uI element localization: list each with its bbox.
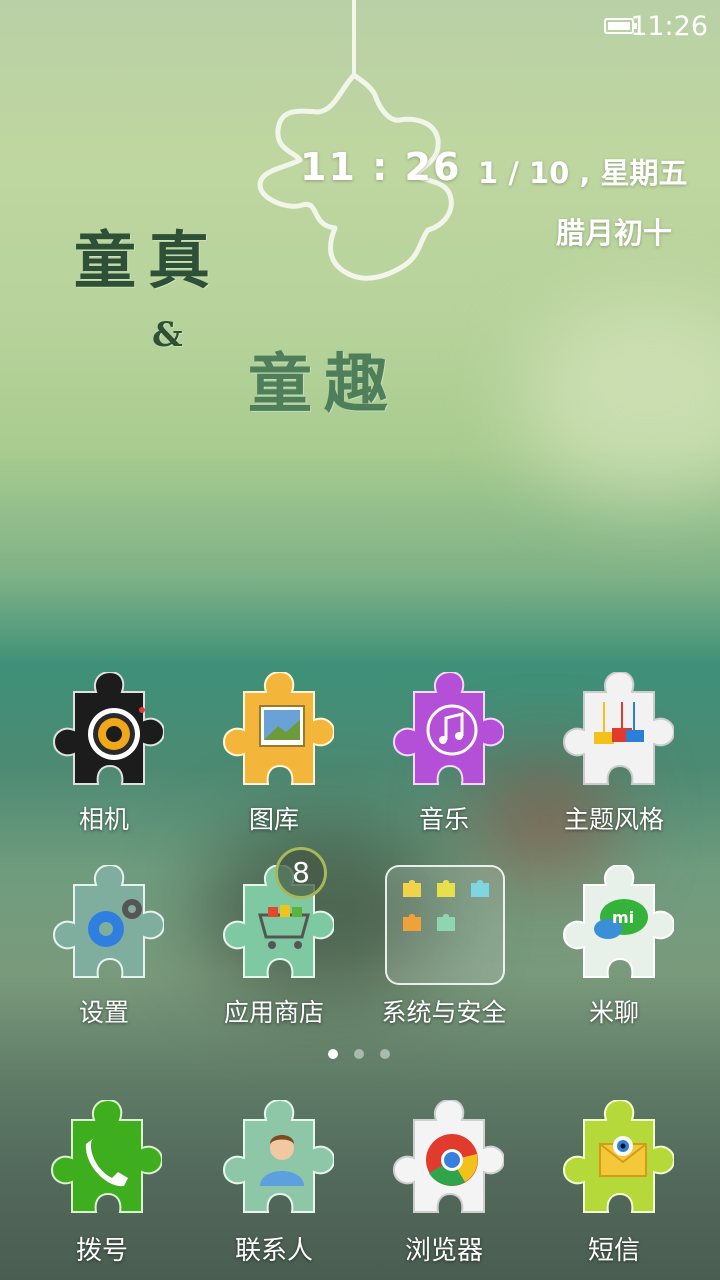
widget-text-amp: &	[152, 315, 195, 355]
notification-badge: 8	[275, 847, 327, 899]
app-label: 拨号	[75, 1236, 128, 1266]
app-label: 主题风格	[563, 805, 664, 834]
mini-puzzle-icon	[471, 880, 489, 897]
page-indicator[interactable]	[328, 1049, 392, 1061]
widget-text-line1: 童真	[74, 224, 223, 297]
phone-puzzle-icon	[50, 1100, 162, 1213]
folder-icon[interactable]	[385, 865, 505, 985]
settings-puzzle-icon	[52, 865, 164, 978]
app-label: 图库	[248, 805, 299, 834]
page-dot[interactable]	[354, 1049, 364, 1059]
themes-puzzle-icon	[562, 672, 674, 785]
app-label: 音乐	[418, 805, 469, 834]
contacts-puzzle-icon	[222, 1100, 334, 1213]
home-screen: 11:26 11 : 26 1 / 10 , 星期五 腊月初十 童真 & 童趣 …	[0, 0, 720, 1280]
status-time: 11:26	[630, 11, 708, 42]
app-label: 设置	[78, 998, 129, 1027]
mini-puzzle-icon	[403, 914, 421, 931]
app-themes[interactable]: 主题风格	[529, 672, 699, 852]
dock-app-phone[interactable]: 拨号	[17, 1100, 187, 1280]
widget-clock-time[interactable]: 11 : 26	[300, 145, 461, 189]
app-label: 系统与安全	[381, 998, 507, 1027]
app-label: 应用商店	[223, 998, 324, 1027]
app-label: 相机	[78, 805, 129, 834]
page-dot[interactable]	[380, 1049, 390, 1059]
mini-puzzle-icon	[437, 914, 455, 931]
app-label: 米聊	[588, 998, 639, 1027]
dock-app-contacts[interactable]: 联系人	[189, 1100, 359, 1280]
app-music[interactable]: 音乐	[359, 672, 529, 852]
messages-puzzle-icon	[562, 1100, 674, 1213]
background-blur	[520, 300, 720, 500]
app-label: 短信	[587, 1236, 640, 1266]
app-gallery[interactable]: 图库	[189, 672, 359, 852]
app-store[interactable]: 8 应用商店	[189, 847, 359, 1045]
gallery-puzzle-icon	[222, 672, 334, 785]
widget-text-line2: 童趣	[248, 347, 400, 422]
svg-text:mi: mi	[612, 908, 634, 927]
app-label: 浏览器	[404, 1236, 483, 1266]
app-miliao[interactable]: mi 米聊	[529, 865, 699, 1045]
camera-puzzle-icon	[52, 672, 164, 785]
browser-puzzle-icon	[392, 1100, 504, 1213]
music-puzzle-icon	[392, 672, 504, 785]
mini-puzzle-icon	[437, 880, 455, 897]
app-camera[interactable]: 相机	[19, 672, 189, 852]
widget-date[interactable]: 1 / 10 , 星期五	[478, 150, 688, 192]
miliao-puzzle-icon: mi	[562, 865, 674, 978]
page-dot-active[interactable]	[328, 1049, 338, 1059]
app-label: 联系人	[234, 1236, 313, 1266]
dock-app-browser[interactable]: 浏览器	[359, 1100, 529, 1280]
dock-app-messages[interactable]: 短信	[529, 1100, 699, 1280]
widget-lunar-date: 腊月初十	[556, 216, 673, 250]
app-settings[interactable]: 设置	[19, 865, 189, 1045]
mini-puzzle-icon	[403, 880, 421, 897]
